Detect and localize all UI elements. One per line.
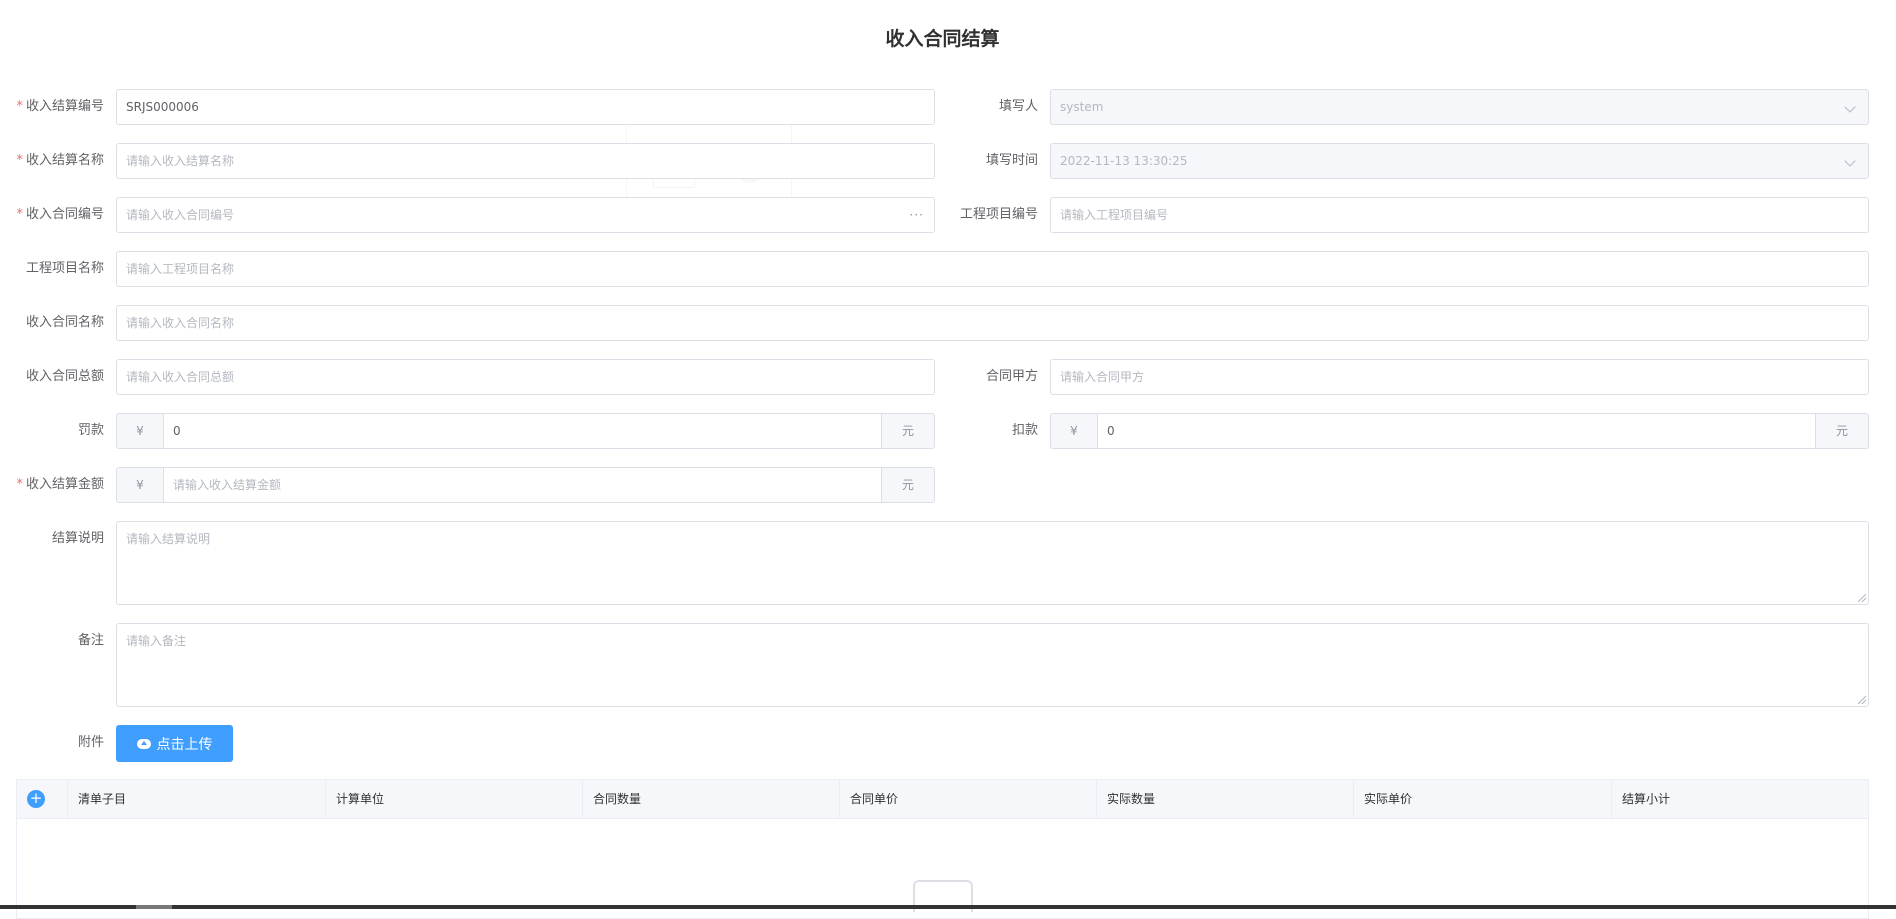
settle-amount-input-group: ¥ 请输入收入结算金额 元 <box>116 467 935 503</box>
deduction-input[interactable]: 0 <box>1097 413 1816 449</box>
filler-select[interactable]: system <box>1050 89 1869 125</box>
remark-label: 备注 <box>77 633 104 648</box>
more-icon[interactable]: ··· <box>910 198 924 232</box>
currency-prefix: ¥ <box>116 467 164 503</box>
deduction-label: 扣款 <box>1011 423 1038 438</box>
unit-suffix: 元 <box>881 413 935 449</box>
column-header: 实际数量 <box>1096 780 1353 818</box>
required-mark: * <box>16 207 23 222</box>
party-a-input[interactable]: 请输入合同甲方 <box>1050 359 1869 395</box>
required-mark: * <box>16 477 23 492</box>
currency-prefix: ¥ <box>116 413 164 449</box>
upload-button-label: 点击上传 <box>156 736 213 753</box>
currency-prefix: ¥ <box>1050 413 1098 449</box>
project-no-input[interactable]: 请输入工程项目编号 <box>1050 197 1869 233</box>
settle-name-input[interactable]: 请输入收入结算名称 <box>116 143 935 179</box>
table-header: + 清单子目 计算单位 合同数量 合同单价 实际数量 实际单价 结算小计 <box>17 780 1868 819</box>
contract-no-placeholder: 请输入收入合同编号 <box>126 208 235 222</box>
column-header: 清单子目 <box>67 780 325 818</box>
settle-desc-placeholder: 请输入结算说明 <box>126 532 211 546</box>
party-a-label: 合同甲方 <box>985 369 1038 384</box>
resize-handle[interactable] <box>1858 594 1866 602</box>
settle-no-input[interactable]: SRJS000006 <box>116 89 935 125</box>
settle-no-label: * 收入结算编号 <box>16 99 104 114</box>
penalty-input-group: ¥ 0 元 <box>116 413 935 449</box>
required-mark: * <box>16 99 23 114</box>
contract-no-label: * 收入合同编号 <box>16 207 104 222</box>
remark-placeholder: 请输入备注 <box>126 634 187 648</box>
contract-no-input[interactable]: 请输入收入合同编号 ··· <box>116 197 935 233</box>
scrollbar-thumb[interactable] <box>136 905 172 909</box>
settle-desc-label: 结算说明 <box>51 531 104 546</box>
column-header: 合同单价 <box>839 780 1096 818</box>
column-header: 合同数量 <box>582 780 839 818</box>
unit-suffix: 元 <box>1815 413 1869 449</box>
column-header: 结算小计 <box>1611 780 1868 818</box>
detail-table: + 清单子目 计算单位 合同数量 合同单价 实际数量 实际单价 结算小计 <box>16 779 1869 919</box>
fill-time-label: 填写时间 <box>985 153 1038 168</box>
project-name-label: 工程项目名称 <box>25 261 104 276</box>
horizontal-scrollbar[interactable] <box>0 905 1896 909</box>
fill-time-value: 2022-11-13 13:30:25 <box>1060 154 1188 168</box>
column-header: 实际单价 <box>1353 780 1611 818</box>
deduction-input-group: ¥ 0 元 <box>1050 413 1869 449</box>
penalty-input[interactable]: 0 <box>163 413 882 449</box>
contract-total-input[interactable]: 请输入收入合同总额 <box>116 359 935 395</box>
contract-name-input[interactable]: 请输入收入合同名称 <box>116 305 1869 341</box>
unit-suffix: 元 <box>881 467 935 503</box>
resize-handle[interactable] <box>1858 696 1866 704</box>
column-header: 计算单位 <box>325 780 582 818</box>
settle-amount-label: * 收入结算金额 <box>16 477 104 492</box>
page-title: 收入合同结算 <box>885 28 1000 50</box>
add-row-icon[interactable]: + <box>27 790 45 808</box>
chevron-down-icon <box>1844 155 1856 167</box>
upload-button[interactable]: 点击上传 <box>116 725 233 762</box>
contract-name-label: 收入合同名称 <box>25 315 104 330</box>
settle-amount-input[interactable]: 请输入收入结算金额 <box>163 467 882 503</box>
project-no-label: 工程项目编号 <box>959 207 1038 222</box>
attachment-label: 附件 <box>77 735 104 750</box>
remark-textarea[interactable]: 请输入备注 <box>116 623 1869 707</box>
filler-label: 填写人 <box>998 99 1038 114</box>
settle-desc-textarea[interactable]: 请输入结算说明 <box>116 521 1869 605</box>
penalty-label: 罚款 <box>77 423 104 438</box>
required-mark: * <box>16 153 23 168</box>
cloud-upload-icon <box>136 738 151 749</box>
contract-total-label: 收入合同总额 <box>25 369 104 384</box>
settle-name-label: * 收入结算名称 <box>16 153 104 168</box>
fill-time-select[interactable]: 2022-11-13 13:30:25 <box>1050 143 1869 179</box>
chevron-down-icon <box>1844 101 1856 113</box>
project-name-input[interactable]: 请输入工程项目名称 <box>116 251 1869 287</box>
filler-value: system <box>1060 100 1104 114</box>
